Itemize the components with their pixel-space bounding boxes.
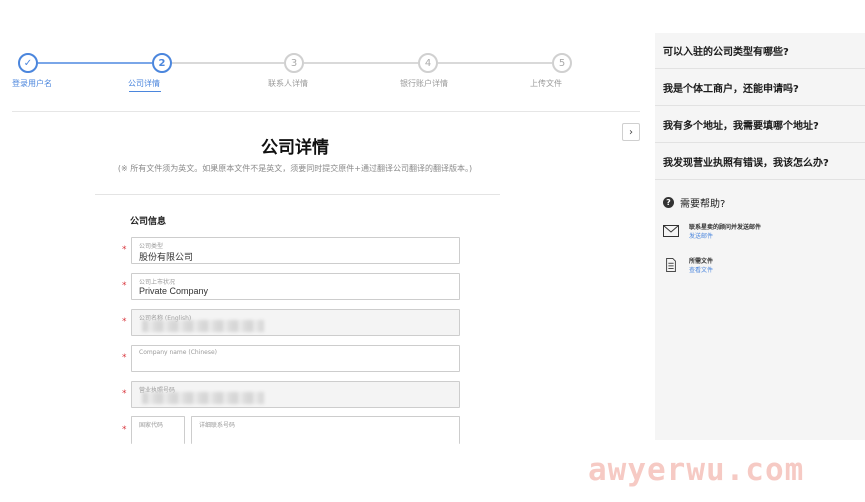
listing-status-select[interactable]: 公司上市状况 Private Company: [131, 273, 460, 300]
redacted-value: [142, 392, 264, 404]
email-help-item: 联系星卖的顾问并发送邮件 发送邮件: [663, 223, 761, 241]
collapse-sidebar-button[interactable]: ›: [622, 123, 640, 141]
step-5-label: 上传文件: [530, 79, 562, 88]
question-circle-icon: ?: [663, 197, 674, 208]
redacted-value: [142, 320, 264, 332]
step-2-label[interactable]: 公司详情: [128, 78, 160, 89]
field-label: 详细联系号码: [199, 422, 236, 429]
required-marker: *: [122, 245, 127, 255]
page-title: 公司详情: [261, 138, 329, 158]
required-marker: *: [122, 389, 127, 399]
step-5-circle: 5: [552, 53, 572, 73]
faq-item[interactable]: 我发现营业执照有错误，我该怎么办?: [655, 144, 865, 180]
help-item-text: 所需文件: [689, 258, 714, 265]
step-connector: [438, 62, 552, 64]
field-label: 国家代码: [139, 422, 164, 429]
faq-item[interactable]: 可以入驻的公司类型有哪些?: [655, 33, 865, 69]
step-connector: [38, 62, 152, 64]
step-1-check-icon[interactable]: ✓: [18, 53, 38, 73]
step-connector: [172, 62, 284, 64]
section-title: 公司信息: [130, 217, 167, 227]
faq-item[interactable]: 我有多个地址，我需要填哪个地址?: [655, 107, 865, 143]
envelope-icon: [663, 225, 679, 237]
help-heading: ? 需要帮助?: [663, 195, 725, 210]
language-note: (※ 所有文件须为英文。如果原本文件不是英文，须要同时提交原件+通过翻译公司翻译…: [117, 164, 473, 173]
step-3-label: 联系人详情: [268, 79, 308, 88]
business-license-field[interactable]: 营业执照号码: [131, 381, 460, 408]
step-1-label[interactable]: 登录用户名: [12, 78, 52, 89]
required-marker: *: [122, 425, 127, 435]
active-step-underline: [129, 91, 161, 92]
company-name-english-field[interactable]: 公司名称 (English): [131, 309, 460, 336]
progress-stepper: ✓ 2 3 4 5 登录用户名 公司详情 联系人详情 银行账户详情 上传文件: [0, 48, 640, 108]
required-marker: *: [122, 317, 127, 327]
required-marker: *: [122, 281, 127, 291]
help-title-text: 需要帮助?: [680, 199, 726, 210]
field-value: 股份有限公司: [139, 252, 194, 262]
field-value: Private Company: [139, 286, 209, 296]
help-sidebar: 可以入驻的公司类型有哪些? 我是个体工商户，还能申请吗? 我有多个地址，我需要填…: [655, 33, 865, 440]
company-type-select[interactable]: 公司类型 股份有限公司: [131, 237, 460, 264]
documents-help-item: 所需文件 查看文件: [663, 257, 713, 275]
field-label: Company name (Chinese): [139, 349, 218, 356]
step-4-circle: 4: [418, 53, 438, 73]
stepper-divider: [12, 111, 640, 112]
view-documents-link[interactable]: 查看文件: [689, 266, 713, 275]
field-label: 公司上市状况: [139, 279, 176, 286]
step-connector: [304, 62, 418, 64]
phone-number-field[interactable]: 详细联系号码: [191, 416, 460, 444]
company-name-chinese-field[interactable]: Company name (Chinese): [131, 345, 460, 372]
form-divider: [95, 194, 500, 195]
required-marker: *: [122, 353, 127, 363]
field-label: 公司类型: [139, 243, 164, 250]
step-2-circle[interactable]: 2: [152, 53, 172, 73]
step-4-label: 银行账户详情: [400, 79, 448, 88]
send-email-link[interactable]: 发送邮件: [689, 232, 761, 241]
step-3-circle: 3: [284, 53, 304, 73]
help-item-text: 联系星卖的顾问并发送邮件: [689, 224, 762, 231]
country-code-field[interactable]: 国家代码: [131, 416, 185, 444]
document-icon: [666, 258, 676, 272]
faq-item[interactable]: 我是个体工商户，还能申请吗?: [655, 70, 865, 106]
watermark-text: awyerwu.com: [588, 452, 805, 488]
